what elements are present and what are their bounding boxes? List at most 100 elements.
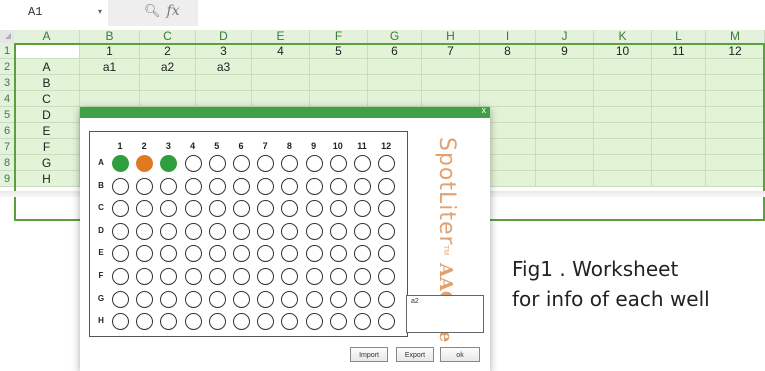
cell-b2[interactable]: a1 [80,59,140,75]
cell-b3[interactable] [80,75,140,91]
well-d12[interactable] [378,222,396,240]
cell-b1[interactable]: 1 [80,43,140,59]
well-f6[interactable] [233,268,250,285]
column-header-b[interactable]: B [80,30,140,43]
row-header-3[interactable]: 3 [0,75,14,91]
well-d11[interactable] [354,222,371,240]
cell-i4[interactable] [480,91,536,107]
well-b9[interactable] [305,177,323,195]
cell-g4[interactable] [368,91,422,107]
cell-k4[interactable] [594,91,652,107]
cell-f4[interactable] [310,91,368,107]
export-button[interactable]: Export [396,347,434,362]
well-a6[interactable] [233,155,250,172]
cell-d1[interactable]: 3 [196,43,252,59]
well-b8[interactable] [281,177,299,195]
well-c11[interactable] [354,200,371,218]
well-h6[interactable] [233,313,250,331]
well-h8[interactable] [281,313,299,331]
cell-i2[interactable] [480,59,536,75]
well-e3[interactable] [160,245,178,263]
row-header-9[interactable]: 9 [0,171,14,187]
column-header-k[interactable]: K [594,30,652,43]
well-e1[interactable] [112,245,129,263]
cell-j8[interactable] [536,155,594,171]
well-c9[interactable] [305,200,323,218]
cell-j3[interactable] [536,75,594,91]
well-a2[interactable] [136,155,154,172]
well-h7[interactable] [257,313,275,331]
cell-a9[interactable]: H [14,171,80,187]
row-header-7[interactable]: 7 [0,139,14,155]
import-button[interactable]: Import [350,347,388,362]
well-e5[interactable] [208,245,226,263]
well-h9[interactable] [305,313,323,331]
cell-j7[interactable] [536,139,594,155]
well-d6[interactable] [233,222,250,240]
well-c8[interactable] [281,200,299,218]
name-box[interactable]: A1 [28,5,42,19]
column-header-f[interactable]: F [310,30,368,43]
cell-f2[interactable] [310,59,368,75]
cell-j1[interactable]: 9 [536,43,594,59]
well-e10[interactable] [329,245,347,263]
well-b11[interactable] [354,177,371,195]
well-f7[interactable] [257,268,275,285]
column-header-g[interactable]: G [368,30,422,43]
well-h3[interactable] [160,313,178,331]
cell-m8[interactable] [706,155,765,171]
well-f9[interactable] [305,268,323,285]
column-header-c[interactable]: C [140,30,196,43]
well-b10[interactable] [329,177,347,195]
cell-k6[interactable] [594,123,652,139]
well-a11[interactable] [354,155,371,172]
cell-c3[interactable] [140,75,196,91]
well-c7[interactable] [257,200,275,218]
row-header-2[interactable]: 2 [0,59,14,75]
well-d7[interactable] [257,222,275,240]
well-f1[interactable] [112,268,129,285]
well-e2[interactable] [136,245,154,263]
well-f10[interactable] [329,268,347,285]
well-g11[interactable] [354,290,371,308]
cell-k8[interactable] [594,155,652,171]
cell-g1[interactable]: 6 [368,43,422,59]
cell-c2[interactable]: a2 [140,59,196,75]
well-e4[interactable] [184,245,202,263]
well-g8[interactable] [281,290,299,308]
well-e9[interactable] [305,245,323,263]
column-header-m[interactable]: M [706,30,765,43]
cell-a7[interactable]: F [14,139,80,155]
well-h5[interactable] [208,313,226,331]
cell-g2[interactable] [368,59,422,75]
cell-f3[interactable] [310,75,368,91]
cell-l2[interactable] [652,59,706,75]
column-header-h[interactable]: H [422,30,480,43]
well-a12[interactable] [378,155,396,172]
cell-h2[interactable] [422,59,480,75]
cell-e3[interactable] [252,75,310,91]
well-a9[interactable] [305,155,323,172]
cell-m2[interactable] [706,59,765,75]
cell-a8[interactable]: G [14,155,80,171]
row-header-5[interactable]: 5 [0,107,14,123]
cell-h1[interactable]: 7 [422,43,480,59]
cell-b4[interactable] [80,91,140,107]
well-h1[interactable] [112,313,129,331]
cell-l4[interactable] [652,91,706,107]
well-f12[interactable] [378,268,396,285]
well-h12[interactable] [378,313,396,331]
well-g6[interactable] [233,290,250,308]
well-a8[interactable] [281,155,299,172]
well-b3[interactable] [160,177,178,195]
well-d3[interactable] [160,222,178,240]
column-header-i[interactable]: I [480,30,536,43]
well-b4[interactable] [184,177,202,195]
cell-k7[interactable] [594,139,652,155]
well-d10[interactable] [329,222,347,240]
ok-button[interactable]: ok [440,347,480,362]
cell-m4[interactable] [706,91,765,107]
well-g9[interactable] [305,290,323,308]
well-g1[interactable] [112,290,129,308]
cell-a2[interactable]: A [14,59,80,75]
